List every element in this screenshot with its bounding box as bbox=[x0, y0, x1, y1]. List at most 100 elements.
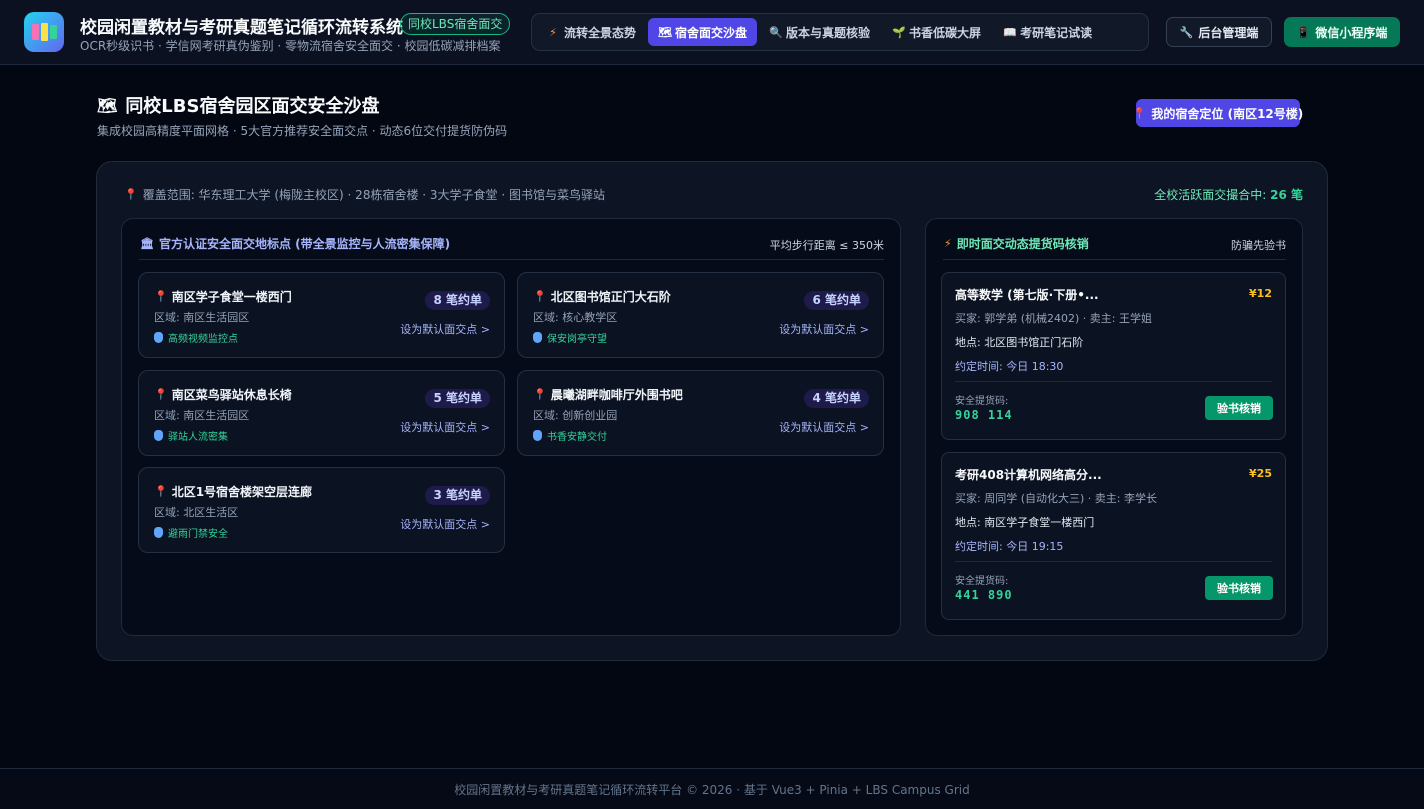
app-title: 校园闲置教材与考研真题笔记循环流转系统 bbox=[80, 18, 403, 38]
map-icon: 🗺 bbox=[97, 95, 118, 115]
meeting-location: 地点: 北区图书馆正门石阶 bbox=[955, 336, 1084, 349]
active-deals-prefix: 全校活跃面交撮合中: bbox=[1154, 188, 1267, 202]
spot-tag: 书香安静交付 bbox=[533, 428, 607, 443]
divider bbox=[955, 381, 1272, 382]
nav-item-verify[interactable]: 🔍 版本与真题核验 bbox=[759, 18, 880, 46]
set-default-spot-link[interactable]: 设为默认面交点 > bbox=[779, 321, 869, 337]
meeting-time: 约定时间: 今日 19:15 bbox=[955, 540, 1064, 553]
book-icon: 📖 bbox=[1003, 25, 1017, 39]
shield-icon bbox=[154, 430, 163, 441]
spot-tag-text: 高频视频监控点 bbox=[168, 334, 238, 345]
wechat-button-label: 微信小程序端 bbox=[1315, 25, 1388, 40]
nav-label: 流转全景态势 bbox=[564, 25, 637, 40]
app-logo bbox=[24, 12, 64, 52]
spot-card[interactable]: 📍 北区1号宿舍楼架空层连廊 3 笔约单 区域: 北区生活区 避雨门禁安全 设为默… bbox=[138, 467, 505, 553]
book-price: ¥12 bbox=[1249, 287, 1272, 300]
pickup-code-label: 安全提货码: bbox=[955, 396, 1009, 407]
anti-fraud-label: 防骗先验书 bbox=[1231, 239, 1286, 252]
pin-icon: 📍 bbox=[154, 290, 168, 303]
spot-name: 📍 南区学子食堂一楼西门 bbox=[154, 288, 292, 305]
safe-spots-title: 官方认证安全面交地标点 (带全景监控与人流密集保障) bbox=[158, 237, 451, 251]
pin-icon: 📍 bbox=[533, 290, 547, 303]
spot-tag-text: 避雨门禁安全 bbox=[168, 529, 228, 540]
nav-label: 考研笔记试读 bbox=[1020, 25, 1093, 40]
spot-tag-text: 保安岗亭守望 bbox=[547, 334, 607, 345]
lightning-icon: ⚡ bbox=[944, 237, 952, 250]
main-nav: ⚡ 流转全景态势 🗺 宿舍面交沙盘 🔍 版本与真题核验 🌱 书香低碳大屏 📖 考… bbox=[531, 13, 1149, 51]
pickup-code: 441 890 bbox=[955, 588, 1013, 602]
meeting-location: 地点: 南区学子食堂一楼西门 bbox=[955, 516, 1095, 529]
spot-tag-text: 书香安静交付 bbox=[547, 432, 607, 443]
shield-icon bbox=[533, 430, 542, 441]
top-header: 校园闲置教材与考研真题笔记循环流转系统 同校LBS宿舍面交 OCR秒级识书 · … bbox=[0, 0, 1424, 65]
spot-name: 📍 南区菜鸟驿站休息长椅 bbox=[154, 386, 292, 403]
buyer-seller: 买家: 郭学弟 (机械2402) · 卖主: 王学姐 bbox=[955, 312, 1152, 325]
wechat-miniprogram-button[interactable]: 📱 微信小程序端 bbox=[1284, 17, 1400, 47]
dorm-location-button[interactable]: 📍 我的宿舍定位 (南区12号楼) bbox=[1132, 99, 1304, 127]
app-subtitle: OCR秒级识书 · 学信网考研真伪鉴别 · 零物流宿舍安全面交 · 校园低碳减排… bbox=[80, 39, 501, 53]
pickup-order-card: 考研408计算机网络高分... ¥25 买家: 周同学 (自动化大三) · 卖主… bbox=[941, 452, 1286, 620]
nav-item-overview[interactable]: ⚡ 流转全景态势 bbox=[537, 18, 646, 46]
spot-name: 📍 北区1号宿舍楼架空层连廊 bbox=[154, 483, 312, 500]
coverage-info: 📍 覆盖范围: 华东理工大学 (梅陇主校区) · 28栋宿舍楼 · 3大学子食堂… bbox=[124, 186, 605, 203]
magnifier-icon: 🔍 bbox=[769, 25, 783, 39]
set-default-spot-link[interactable]: 设为默认面交点 > bbox=[400, 419, 490, 435]
dorm-location-label: 我的宿舍定位 (南区12号楼) bbox=[1151, 106, 1304, 121]
pin-icon: 📍 bbox=[124, 188, 138, 201]
nav-item-carbon[interactable]: 🌱 书香低碳大屏 bbox=[882, 18, 991, 46]
spot-area: 区域: 南区生活园区 bbox=[154, 311, 250, 324]
active-deals-value: 26 笔 bbox=[1270, 188, 1303, 202]
spot-orders-badge: 6 笔约单 bbox=[804, 291, 869, 310]
spot-tag: 驿站人流密集 bbox=[154, 428, 228, 443]
page-title: 🗺 同校LBS宿舍园区面交安全沙盘 bbox=[97, 92, 379, 118]
pin-icon: 📍 bbox=[154, 388, 168, 401]
meeting-time: 约定时间: 今日 18:30 bbox=[955, 360, 1064, 373]
spot-area: 区域: 核心教学区 bbox=[533, 311, 618, 324]
divider bbox=[955, 561, 1272, 562]
nav-label: 书香低碳大屏 bbox=[909, 25, 982, 40]
spot-area: 区域: 创新创业园 bbox=[533, 409, 618, 422]
phone-icon: 📱 bbox=[1296, 25, 1311, 39]
admin-button-label: 后台管理端 bbox=[1198, 25, 1259, 40]
divider bbox=[139, 259, 884, 260]
spot-name-text: 北区1号宿舍楼架空层连廊 bbox=[171, 485, 313, 499]
book-price: ¥25 bbox=[1249, 467, 1272, 480]
pickup-code-label: 安全提货码: bbox=[955, 576, 1009, 587]
spot-tag-text: 驿站人流密集 bbox=[168, 432, 228, 443]
spot-card[interactable]: 📍 晨曦湖畔咖啡厅外围书吧 4 笔约单 区域: 创新创业园 书香安静交付 设为默认… bbox=[517, 370, 884, 456]
avg-distance: 平均步行距离 ≤ 350米 bbox=[769, 239, 884, 252]
spot-area: 区域: 北区生活区 bbox=[154, 506, 239, 519]
spot-orders-badge: 3 笔约单 bbox=[425, 486, 490, 505]
set-default-spot-link[interactable]: 设为默认面交点 > bbox=[400, 321, 490, 337]
spot-name-text: 北区图书馆正门大石阶 bbox=[550, 290, 671, 304]
set-default-spot-link[interactable]: 设为默认面交点 > bbox=[400, 516, 490, 532]
set-default-spot-link[interactable]: 设为默认面交点 > bbox=[779, 419, 869, 435]
pin-icon: 📍 bbox=[154, 485, 168, 498]
footer: 校园闲置教材与考研真题笔记循环流转平台 © 2026 · 基于 Vue3 + P… bbox=[0, 768, 1424, 809]
shield-icon bbox=[154, 527, 163, 538]
map-icon: 🗺 bbox=[658, 25, 672, 39]
app-badge: 同校LBS宿舍面交 bbox=[400, 13, 511, 35]
spot-card[interactable]: 📍 北区图书馆正门大石阶 6 笔约单 区域: 核心教学区 保安岗亭守望 设为默认面… bbox=[517, 272, 884, 358]
lightning-icon: ⚡ bbox=[549, 25, 557, 39]
page-subtitle: 集成校园高精度平面网格 · 5大官方推荐安全面交点 · 动态6位交付提货防伪码 bbox=[97, 124, 508, 138]
pin-icon: 📍 bbox=[1132, 106, 1147, 120]
safe-spots-heading: 🏛 官方认证安全面交地标点 (带全景监控与人流密集保障) bbox=[140, 235, 450, 252]
book-title: 高等数学 (第七版·下册•... bbox=[955, 288, 1099, 302]
active-deals-count: 全校活跃面交撮合中: 26 笔 bbox=[1154, 186, 1303, 203]
spot-orders-badge: 8 笔约单 bbox=[425, 291, 490, 310]
spot-card[interactable]: 📍 南区菜鸟驿站休息长椅 5 笔约单 区域: 南区生活园区 驿站人流密集 设为默认… bbox=[138, 370, 505, 456]
sprout-icon: 🌱 bbox=[892, 25, 906, 39]
admin-button[interactable]: 🔧 后台管理端 bbox=[1166, 17, 1272, 47]
verify-book-button[interactable]: 验书核销 bbox=[1205, 576, 1273, 600]
verify-book-button[interactable]: 验书核销 bbox=[1205, 396, 1273, 420]
spot-orders-badge: 4 笔约单 bbox=[804, 389, 869, 408]
pickup-code: 908 114 bbox=[955, 408, 1013, 422]
spot-tag: 高频视频监控点 bbox=[154, 330, 238, 345]
nav-item-sandbox[interactable]: 🗺 宿舍面交沙盘 bbox=[648, 18, 758, 46]
divider bbox=[943, 259, 1286, 260]
spot-card[interactable]: 📍 南区学子食堂一楼西门 8 笔约单 区域: 南区生活园区 高频视频监控点 设为默… bbox=[138, 272, 505, 358]
nav-item-notes[interactable]: 📖 考研笔记试读 bbox=[993, 18, 1102, 46]
landmark-icon: 🏛 bbox=[140, 237, 154, 250]
shield-icon bbox=[533, 332, 542, 343]
